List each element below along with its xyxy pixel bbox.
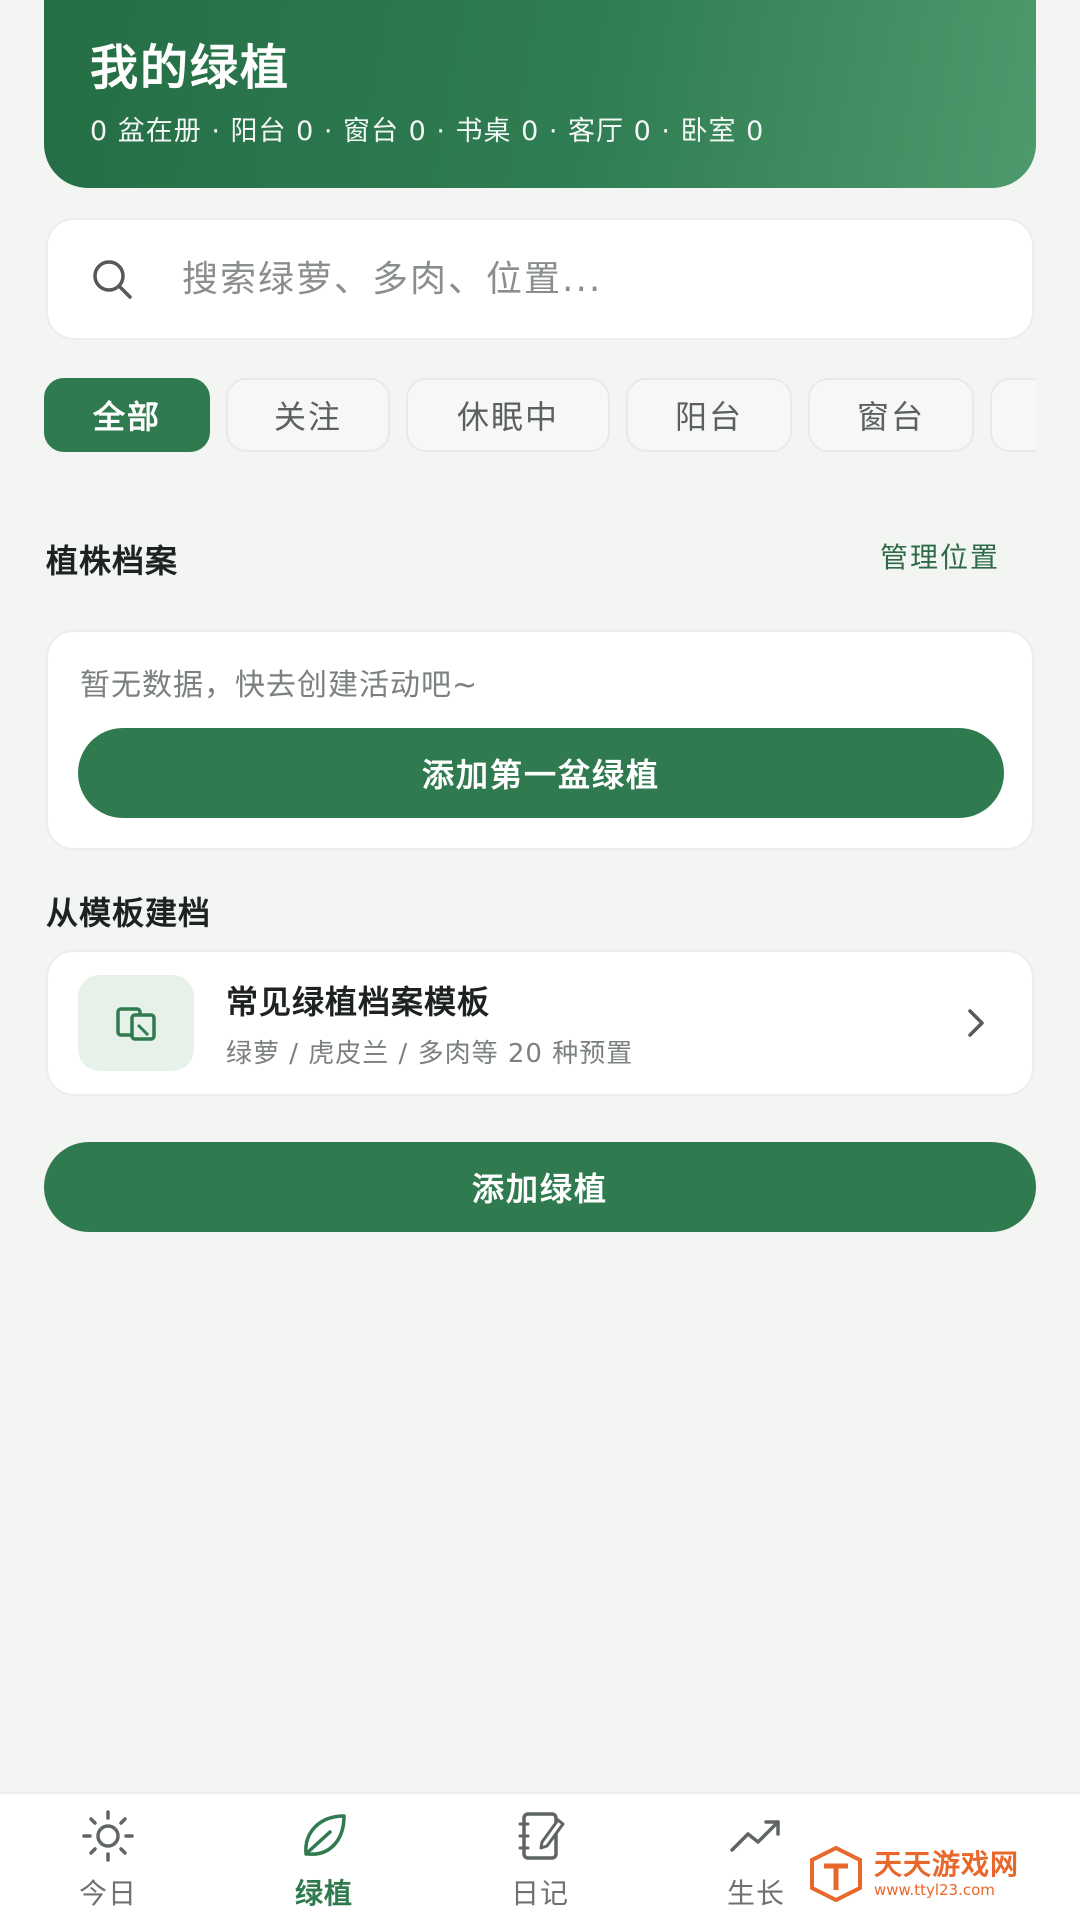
trend-icon <box>730 1820 780 1852</box>
empty-state-text: 暂无数据，快去创建活动吧~ <box>80 668 479 703</box>
template-card-subtitle: 绿萝 / 虎皮兰 / 多肉等 20 种预置 <box>226 1038 634 1069</box>
watermark-url: www.ttyl23.com <box>874 1881 995 1899</box>
page-title: 我的绿植 <box>90 40 291 96</box>
plants-page: 我的绿植 0 盆在册 · 阳台 0 · 窗台 0 · 书桌 0 · 客厅 0 ·… <box>0 0 1080 1920</box>
nav-label-diary: 日记 <box>510 1877 569 1910</box>
chip-all[interactable]: 全部 <box>44 378 210 452</box>
sun-icon <box>82 1810 134 1862</box>
manage-location-link[interactable]: 管理位置 <box>880 536 1000 576</box>
nav-item-diary[interactable]: 日记 <box>470 1806 610 1918</box>
template-section-title: 从模板建档 <box>46 894 212 932</box>
nav-item-plants[interactable]: 绿植 <box>254 1806 394 1918</box>
empty-state-card: 暂无数据，快去创建活动吧~ 添加第一盆绿植 <box>46 630 1034 850</box>
add-plant-button[interactable]: 添加绿植 <box>44 1142 1036 1232</box>
chip-follow[interactable]: 关注 <box>226 378 390 452</box>
leaf-icon <box>304 1814 346 1856</box>
chip-more[interactable] <box>990 378 1036 452</box>
search-input[interactable] <box>180 257 980 301</box>
template-card-title: 常见绿植档案模板 <box>226 982 491 1021</box>
chip-balcony[interactable]: 阳台 <box>626 378 792 452</box>
chevron-right-icon <box>968 1009 984 1037</box>
template-texts: 常见绿植档案模板 绿萝 / 虎皮兰 / 多肉等 20 种预置 <box>226 977 956 1070</box>
search-icon <box>93 260 132 299</box>
template-icon <box>116 1007 156 1041</box>
nav-item-today[interactable]: 今日 <box>38 1806 178 1918</box>
watermark-text-wrap: 天天游戏网 www.ttyl23.com <box>874 1848 1020 1900</box>
chip-windowsill[interactable]: 窗台 <box>808 378 974 452</box>
watermark-text: 天天游戏网 <box>874 1848 1020 1881</box>
header-card: 我的绿植 0 盆在册 · 阳台 0 · 窗台 0 · 书桌 0 · 客厅 0 ·… <box>44 0 1036 188</box>
nav-label-plants: 绿植 <box>294 1877 353 1910</box>
template-icon-box <box>78 975 194 1071</box>
nav-label-today: 今日 <box>78 1877 137 1910</box>
search-bar[interactable] <box>46 218 1034 340</box>
nav-label-growth: 生长 <box>726 1877 785 1910</box>
chip-dormant[interactable]: 休眠中 <box>406 378 610 452</box>
site-watermark: 天天游戏网 www.ttyl23.com <box>806 1844 1032 1904</box>
filter-chips: 全部 关注 休眠中 阳台 窗台 <box>44 378 1036 452</box>
nav-item-growth[interactable]: 生长 <box>686 1806 826 1918</box>
watermark-logo-icon <box>810 1845 862 1903</box>
template-card[interactable]: 常见绿植档案模板 绿萝 / 虎皮兰 / 多肉等 20 种预置 <box>46 950 1034 1096</box>
notebook-icon <box>518 1812 565 1860</box>
add-first-plant-button[interactable]: 添加第一盆绿植 <box>78 728 1004 818</box>
plant-stats: 0 盆在册 · 阳台 0 · 窗台 0 · 书桌 0 · 客厅 0 · 卧室 0 <box>90 116 765 147</box>
plants-section-title: 植株档案 <box>46 542 179 580</box>
